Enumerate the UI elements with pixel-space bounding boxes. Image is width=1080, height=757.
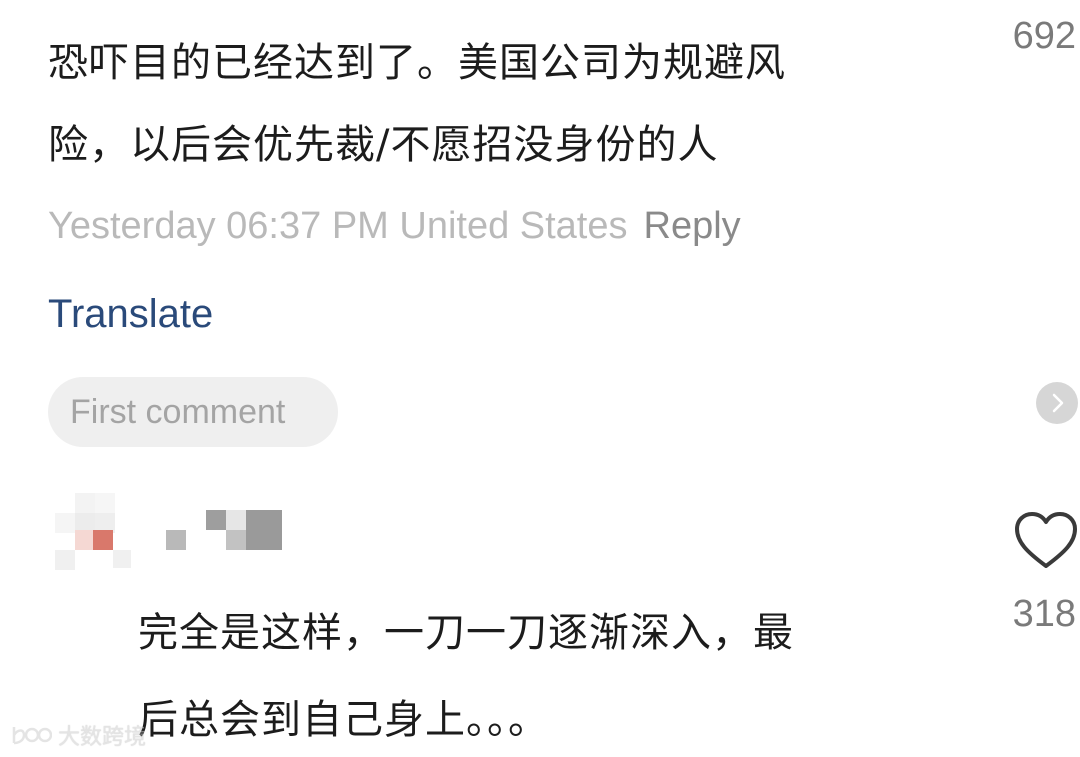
like-count: 318: [1012, 593, 1076, 635]
comment-text-line: 后总会到自己身上。。。: [138, 697, 549, 743]
comment-text-line: 完全是这样，一刀一刀逐渐深入，最: [138, 610, 794, 656]
first-comment-button[interactable]: First comment: [48, 377, 338, 447]
watermark: 大数跨境: [8, 718, 146, 752]
username[interactable]: [166, 508, 286, 552]
comment-text-line: 恐吓目的已经达到了。美国公司为规避风: [48, 40, 786, 86]
comment-meta: Yesterday 06:37 PM United States Reply: [48, 203, 741, 249]
watermark-logo-icon: [12, 727, 52, 745]
comment-timestamp: Yesterday 06:37 PM United States: [48, 205, 628, 247]
translate-link[interactable]: Translate: [48, 290, 213, 338]
chevron-right-icon[interactable]: [1036, 382, 1078, 424]
first-comment-label: First comment: [70, 393, 286, 431]
reply-button[interactable]: Reply: [644, 205, 741, 247]
like-count: 692: [1012, 15, 1076, 57]
comment-text-line: 险，以后会优先裁/不愿招没身份的人: [48, 122, 719, 168]
watermark-text: 大数跨境: [58, 725, 147, 750]
avatar[interactable]: [55, 493, 135, 573]
heart-outline-icon[interactable]: [1013, 510, 1079, 570]
